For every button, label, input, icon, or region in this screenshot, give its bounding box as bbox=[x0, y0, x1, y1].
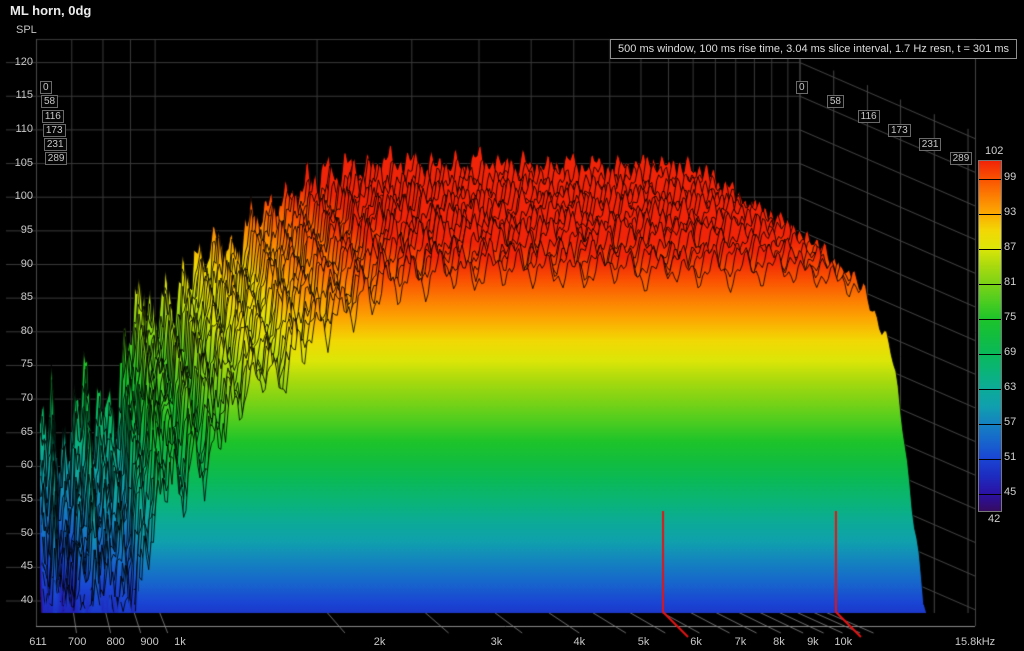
time-tick-label: 231 bbox=[918, 137, 942, 151]
spl-tick-label: 105 bbox=[14, 156, 33, 169]
colorbar-tick-label: 81 bbox=[1004, 275, 1017, 288]
colorbar-tick-label: 42 bbox=[988, 513, 1001, 525]
colorbar-tick-label: 69 bbox=[1004, 345, 1017, 358]
time-tick-label: 116 bbox=[41, 109, 64, 123]
freq-tick-label: 10k bbox=[834, 636, 853, 648]
time-tick-label: 173 bbox=[42, 123, 66, 137]
time-tick-label: 173 bbox=[887, 123, 911, 137]
freq-tick-label: 5k bbox=[637, 636, 650, 648]
spl-tick-label: 60 bbox=[20, 459, 33, 472]
colorbar-tick-mark bbox=[979, 458, 1001, 460]
colorbar-tick-label: 87 bbox=[1004, 240, 1017, 253]
spl-tick-label: 50 bbox=[20, 526, 33, 539]
spl-tick-label: 95 bbox=[20, 223, 33, 236]
freq-tick-label: 15.8kHz bbox=[954, 636, 996, 648]
colorbar-tick-mark bbox=[979, 178, 1001, 180]
measurement-info: 500 ms window, 100 ms rise time, 3.04 ms… bbox=[610, 39, 1017, 59]
waterfall-plot: ML horn, 0dg SPL 500 ms window, 100 ms r… bbox=[0, 0, 1024, 651]
colorbar-tick-label: 63 bbox=[1004, 380, 1017, 393]
spl-tick-label: 75 bbox=[20, 358, 33, 371]
spl-tick-label: 55 bbox=[20, 493, 33, 506]
freq-tick-label: 8k bbox=[773, 636, 785, 648]
colorbar-tick-label: 99 bbox=[1004, 170, 1017, 183]
colorbar-tick-label: 45 bbox=[1004, 485, 1017, 498]
colorbar-tick-mark bbox=[979, 353, 1001, 355]
spl-tick-label: 115 bbox=[15, 89, 33, 102]
page-title: ML horn, 0dg bbox=[10, 3, 92, 18]
colorbar-tick-label: 102 bbox=[985, 145, 1004, 157]
freq-tick-label: 9k bbox=[807, 636, 819, 648]
freq-tick-label: 7k bbox=[734, 636, 747, 648]
colorbar-tick-mark bbox=[979, 318, 1001, 320]
time-tick-label: 231 bbox=[43, 137, 67, 151]
colorbar-tick-mark bbox=[979, 388, 1001, 390]
spl-tick-label: 120 bbox=[14, 55, 33, 68]
time-tick-label: 289 bbox=[44, 152, 68, 166]
spl-tick-label: 90 bbox=[20, 257, 33, 270]
freq-tick-label: 3k bbox=[490, 636, 503, 648]
colorbar-tick-mark bbox=[979, 283, 1001, 285]
waterfall-canvas[interactable] bbox=[0, 0, 1024, 651]
time-tick-label: 58 bbox=[826, 95, 844, 109]
spl-tick-label: 110 bbox=[15, 122, 33, 135]
freq-tick-label: 800 bbox=[106, 636, 125, 648]
spl-tick-label: 40 bbox=[20, 594, 33, 606]
spl-tick-label: 65 bbox=[20, 425, 33, 438]
colorbar-tick-label: 75 bbox=[1004, 310, 1017, 323]
spl-tick-label: 85 bbox=[20, 291, 33, 304]
spl-axis-title: SPL bbox=[16, 24, 37, 36]
time-tick-label: 289 bbox=[949, 152, 973, 166]
freq-tick-label: 611 bbox=[29, 636, 47, 648]
colorbar-tick-mark bbox=[979, 213, 1001, 215]
colorbar-tick-label: 93 bbox=[1004, 205, 1017, 218]
time-tick-label: 116 bbox=[857, 109, 880, 123]
freq-tick-label: 2k bbox=[373, 636, 386, 648]
freq-tick-label: 900 bbox=[140, 636, 159, 648]
time-tick-label: 0 bbox=[796, 81, 808, 94]
colorbar-tick-mark bbox=[979, 423, 1001, 425]
colorbar-gradient bbox=[978, 160, 1002, 512]
colorbar-tick-label: 51 bbox=[1004, 450, 1017, 463]
freq-tick-label: 6k bbox=[690, 636, 702, 648]
colorbar-tick-label: 57 bbox=[1004, 415, 1017, 428]
time-tick-label: 58 bbox=[40, 95, 59, 109]
spl-tick-label: 80 bbox=[20, 324, 33, 337]
freq-tick-label: 700 bbox=[67, 636, 87, 648]
spl-tick-label: 100 bbox=[14, 190, 33, 203]
colorbar-tick-mark bbox=[979, 493, 1001, 495]
colorbar-tick-mark bbox=[979, 248, 1001, 250]
spl-tick-label: 45 bbox=[20, 560, 33, 573]
freq-tick-label: 1k bbox=[174, 636, 186, 648]
time-tick-label: 0 bbox=[40, 81, 52, 94]
spl-tick-label: 70 bbox=[20, 392, 33, 405]
freq-tick-label: 4k bbox=[573, 636, 586, 648]
